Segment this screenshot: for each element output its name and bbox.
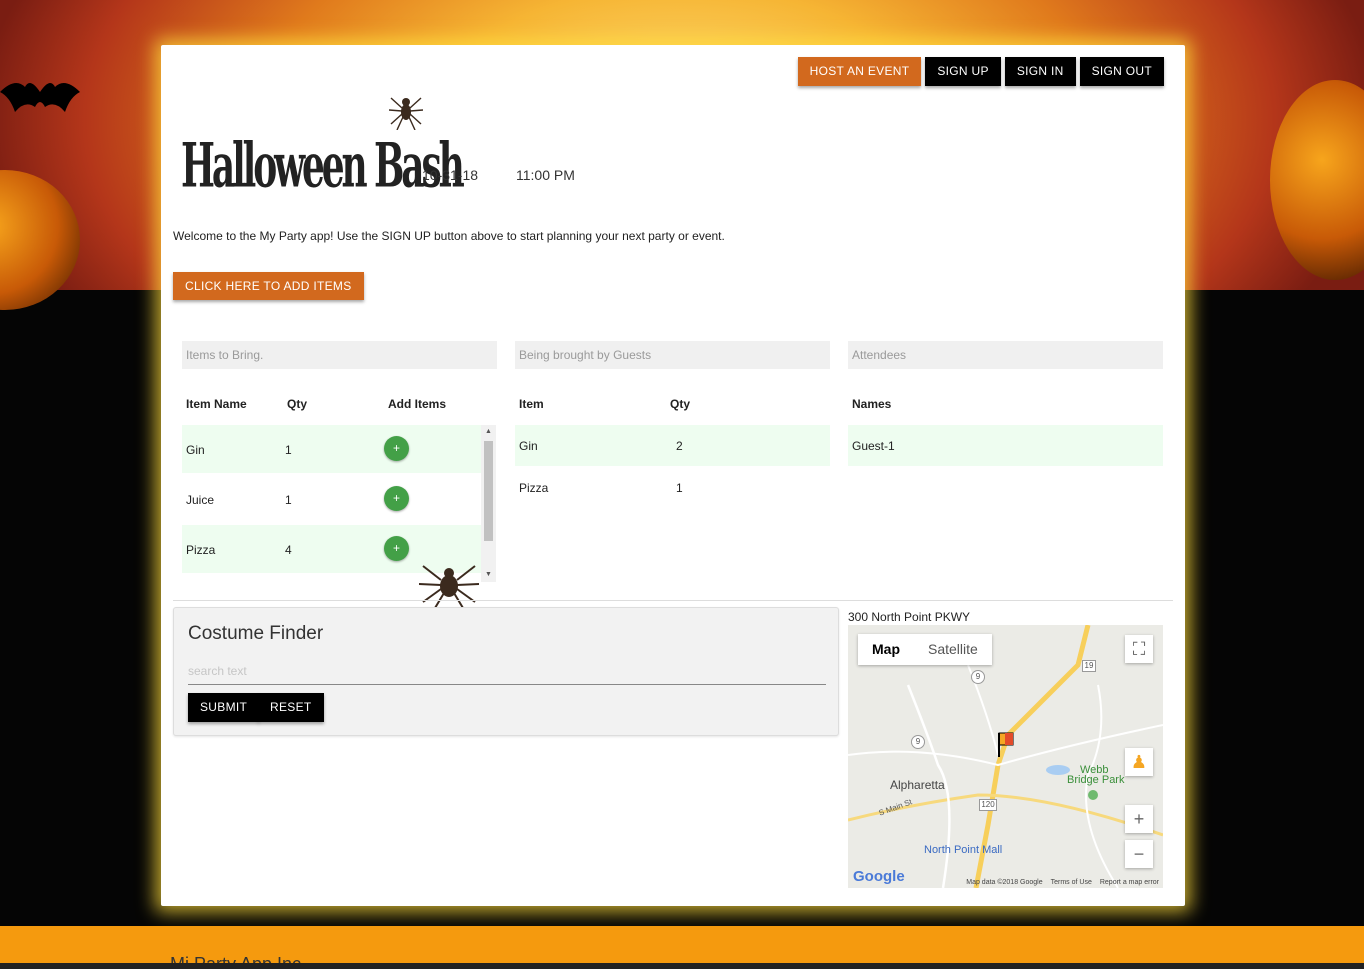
- item-name-cell: Gin: [186, 443, 205, 457]
- submit-button[interactable]: SUBMIT: [188, 693, 260, 722]
- add-item-button[interactable]: +: [384, 486, 409, 511]
- map-type-toggle: Map Satellite: [858, 634, 992, 665]
- add-items-button[interactable]: CLICK HERE TO ADD ITEMS: [173, 272, 364, 300]
- guest-item-cell: Gin: [519, 439, 538, 453]
- item-qty-cell: 4: [285, 543, 292, 557]
- welcome-message: Welcome to the My Party app! Use the SIG…: [173, 229, 725, 243]
- guest-item-cell: Pizza: [519, 481, 549, 495]
- pegman-icon[interactable]: ♟: [1125, 748, 1153, 776]
- map-shield: 9: [911, 735, 925, 749]
- column-item-name: Item Name: [186, 397, 247, 411]
- map-label-alpharetta: Alpharetta: [890, 778, 945, 792]
- column-add-items: Add Items: [388, 397, 447, 411]
- guest-qty-cell: 1: [676, 481, 683, 495]
- google-map[interactable]: Map Satellite ⛶ ♟ + − Alpharetta Webb Br…: [848, 625, 1163, 888]
- section-divider: [173, 600, 1173, 601]
- terms-of-use-link[interactable]: Terms of Use: [1051, 879, 1092, 886]
- add-item-button[interactable]: +: [384, 436, 409, 461]
- guest-qty-cell: 2: [676, 439, 683, 453]
- bat-icon: [0, 72, 80, 124]
- column-qty: Qty: [670, 397, 691, 411]
- costume-search-input[interactable]: [188, 657, 826, 685]
- map-data-credit: Map data ©2018 Google: [966, 879, 1043, 886]
- event-date: 10-31-18: [422, 167, 479, 183]
- item-qty-cell: 1: [285, 443, 292, 457]
- sign-in-button[interactable]: SIGN IN: [1004, 57, 1076, 86]
- reset-button[interactable]: RESET: [258, 693, 324, 722]
- map-shield: 19: [1082, 660, 1096, 672]
- map-type-map[interactable]: Map: [858, 634, 914, 665]
- spider-icon: [388, 90, 424, 134]
- event-hero: Halloween Bash: [181, 130, 634, 202]
- map-label-bridge-park: Bridge Park: [1067, 774, 1125, 786]
- pumpkin-right-decoration: [1270, 80, 1364, 280]
- items-scrollbar[interactable]: ▲ ▼: [481, 425, 496, 582]
- map-footer: Map data ©2018 Google Terms of Use Repor…: [966, 879, 1159, 886]
- scroll-thumb[interactable]: [484, 441, 493, 541]
- column-qty: Qty: [287, 397, 308, 411]
- add-item-button[interactable]: +: [384, 536, 409, 561]
- spider-icon: [418, 560, 480, 612]
- costume-finder-title: Costume Finder: [188, 623, 324, 644]
- main-card: HOST AN EVENT SIGN UP SIGN IN SIGN OUT H…: [161, 45, 1185, 906]
- footer-bottom-bar: [0, 963, 1364, 969]
- scroll-down-arrow[interactable]: ▼: [481, 569, 496, 581]
- map-shield: 120: [979, 799, 997, 811]
- brought-by-guests-header: Being brought by Guests: [515, 341, 830, 369]
- map-label-north-point-mall: North Point Mall: [924, 844, 1003, 856]
- pumpkin-left-decoration: [0, 170, 80, 310]
- event-time: 11:00 PM: [516, 167, 575, 183]
- items-to-bring-header: Items to Bring.: [182, 341, 497, 369]
- table-row: [515, 425, 830, 466]
- column-item: Item: [519, 397, 544, 411]
- fullscreen-icon[interactable]: ⛶: [1125, 635, 1153, 663]
- item-name-cell: Pizza: [186, 543, 216, 557]
- sign-out-button[interactable]: SIGN OUT: [1079, 57, 1164, 86]
- attendee-name-cell: Guest-1: [852, 439, 895, 453]
- map-marker-flag-icon[interactable]: [997, 731, 1015, 762]
- host-event-button[interactable]: HOST AN EVENT: [797, 57, 922, 86]
- map-type-satellite[interactable]: Satellite: [914, 634, 992, 665]
- zoom-out-button[interactable]: −: [1125, 840, 1153, 868]
- scroll-up-arrow[interactable]: ▲: [481, 426, 496, 438]
- map-address: 300 North Point PKWY: [848, 610, 971, 624]
- costume-finder-panel: Costume Finder SUBMIT RESET: [173, 607, 839, 736]
- map-shield: 9: [971, 670, 985, 684]
- item-name-cell: Juice: [186, 493, 215, 507]
- table-row: [848, 425, 1163, 466]
- report-map-error-link[interactable]: Report a map error: [1100, 879, 1159, 886]
- top-navigation: HOST AN EVENT SIGN UP SIGN IN SIGN OUT: [797, 57, 1164, 86]
- item-qty-cell: 1: [285, 493, 292, 507]
- table-row: [182, 425, 481, 473]
- zoom-in-button[interactable]: +: [1125, 805, 1153, 833]
- google-logo: Google: [853, 868, 905, 885]
- column-names: Names: [852, 397, 892, 411]
- attendees-header: Attendees: [848, 341, 1163, 369]
- sign-up-button[interactable]: SIGN UP: [925, 57, 1001, 86]
- event-title: Halloween Bash: [181, 130, 465, 202]
